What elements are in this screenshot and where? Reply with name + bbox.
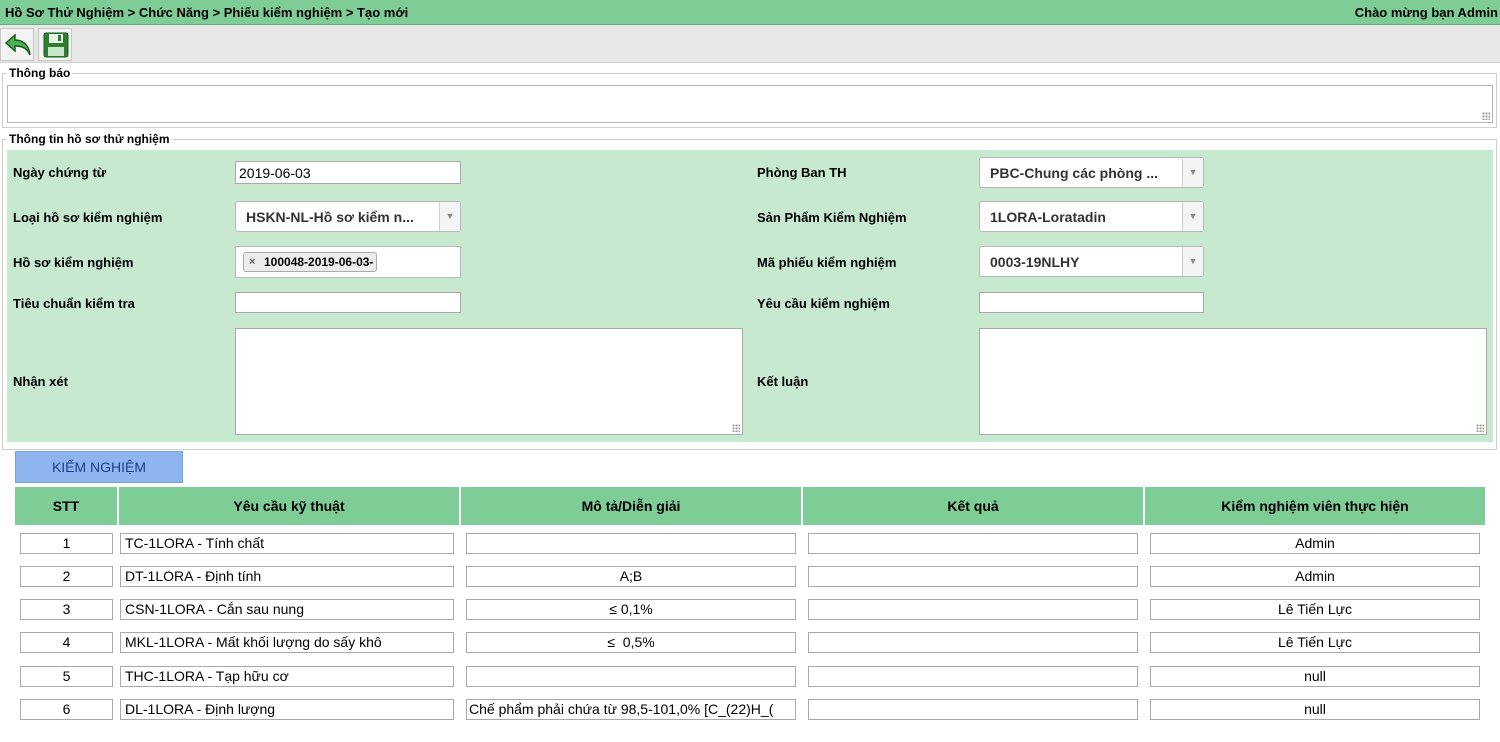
stt-cell[interactable]: 5 — [20, 666, 113, 687]
ma-phieu-label: Mã phiếu kiểm nghiệm — [757, 255, 897, 270]
column-header-ket-qua: Kết quả — [803, 487, 1143, 525]
yeu-cau-cell[interactable]: DL-1LORA - Định lượng — [120, 699, 454, 720]
ket-qua-cell[interactable] — [808, 533, 1138, 554]
mo-ta-cell[interactable]: ≤ 0,1% — [466, 599, 796, 620]
tieu-chuan-input[interactable] — [235, 292, 461, 313]
loai-ho-so-value: HSKN-NL-Hồ sơ kiểm n... — [246, 209, 414, 225]
yeu-cau-cell[interactable]: MKL-1LORA - Mất khối lượng do sấy khô — [120, 632, 454, 653]
ho-so-multiselect[interactable]: × 100048-2019-06-03- — [235, 246, 461, 278]
yeu-cau-cell[interactable]: DT-1LORA - Định tính — [120, 566, 454, 587]
notice-legend: Thông báo — [9, 66, 71, 80]
san-pham-value: 1LORA-Loratadin — [990, 209, 1106, 225]
mo-ta-cell[interactable]: ≤ 0,5% — [466, 632, 796, 653]
phong-ban-value: PBC-Chung các phòng ... — [990, 165, 1158, 181]
stt-cell[interactable]: 3 — [20, 599, 113, 620]
resize-grip-icon[interactable] — [732, 424, 740, 432]
ket-qua-cell[interactable] — [808, 666, 1138, 687]
column-header-kiem-nghiem-vien: Kiểm nghiệm viên thực hiện — [1145, 487, 1485, 525]
floppy-save-icon — [43, 32, 69, 58]
resize-grip-icon[interactable] — [1476, 424, 1484, 432]
info-legend: Thông tin hồ sơ thử nghiệm — [9, 132, 170, 146]
kiem-nghiem-vien-cell[interactable]: null — [1150, 666, 1480, 687]
back-button[interactable] — [0, 28, 34, 61]
column-header-yeu-cau: Yêu cầu kỹ thuật — [119, 487, 459, 525]
save-button[interactable] — [38, 28, 72, 61]
welcome-text: Chào mừng bạn Admin — [1354, 5, 1498, 20]
ket-qua-cell[interactable] — [808, 632, 1138, 653]
chevron-down-icon[interactable]: ▼ — [1182, 202, 1203, 231]
san-pham-label: Sản Phẩm Kiểm Nghiệm — [757, 210, 907, 225]
stt-cell[interactable]: 6 — [20, 699, 113, 720]
mo-ta-cell[interactable] — [466, 666, 796, 687]
close-icon[interactable]: × — [249, 256, 255, 268]
phong-ban-label: Phòng Ban TH — [757, 165, 847, 180]
yeu-cau-cell[interactable]: TC-1LORA - Tính chất — [120, 533, 454, 554]
kiem-nghiem-vien-cell[interactable]: Lê Tiến Lực — [1150, 632, 1480, 653]
yeu-cau-label: Yêu cầu kiểm nghiệm — [757, 296, 890, 311]
kiem-nghiem-vien-cell[interactable]: Lê Tiến Lực — [1150, 599, 1480, 620]
phong-ban-select[interactable]: PBC-Chung các phòng ... ▼ — [979, 157, 1204, 188]
loai-ho-so-label: Loại hồ sơ kiểm nghiệm — [13, 210, 163, 225]
kiem-nghiem-vien-cell[interactable]: Admin — [1150, 566, 1480, 587]
ho-so-label: Hồ sơ kiểm nghiệm — [13, 255, 134, 270]
column-header-stt: STT — [15, 487, 117, 525]
tieu-chuan-label: Tiêu chuẩn kiểm tra — [13, 296, 135, 311]
chevron-down-icon[interactable]: ▼ — [1182, 247, 1203, 276]
toolbar — [0, 25, 1500, 63]
ket-qua-cell[interactable] — [808, 566, 1138, 587]
chevron-down-icon[interactable]: ▼ — [439, 202, 460, 231]
san-pham-select[interactable]: 1LORA-Loratadin ▼ — [979, 201, 1204, 232]
notice-textarea[interactable] — [7, 85, 1493, 123]
resize-grip-icon[interactable] — [1482, 112, 1490, 120]
ngay-chung-tu-label: Ngày chứng từ — [13, 165, 107, 180]
tab-kiem-nghiem[interactable]: KIỂM NGHIỆM — [15, 451, 183, 483]
ma-phieu-select[interactable]: 0003-19NLHY ▼ — [979, 246, 1204, 277]
nhan-xet-textarea[interactable] — [235, 328, 743, 435]
yeu-cau-cell[interactable]: CSN-1LORA - Cắn sau nung — [120, 599, 454, 620]
ket-qua-cell[interactable] — [808, 699, 1138, 720]
chevron-down-icon[interactable]: ▼ — [1182, 158, 1203, 187]
back-arrow-icon — [4, 33, 31, 56]
stt-cell[interactable]: 1 — [20, 533, 113, 554]
yeu-cau-input[interactable] — [979, 292, 1204, 313]
mo-ta-cell[interactable]: Chế phẩm phải chứa từ 98,5-101,0% [C_(22… — [466, 699, 796, 720]
loai-ho-so-select[interactable]: HSKN-NL-Hồ sơ kiểm n... ▼ — [235, 201, 461, 232]
mo-ta-cell[interactable]: A;B — [466, 566, 796, 587]
nhan-xet-label: Nhận xét — [13, 374, 68, 389]
mo-ta-cell[interactable] — [466, 533, 796, 554]
column-header-mo-ta: Mô tả/Diễn giải — [461, 487, 801, 525]
ma-phieu-value: 0003-19NLHY — [990, 254, 1080, 270]
stt-cell[interactable]: 4 — [20, 632, 113, 653]
ho-so-chip-label: 100048-2019-06-03- — [264, 255, 374, 269]
ket-luan-label: Kết luận — [757, 374, 809, 389]
ho-so-chip: × 100048-2019-06-03- — [243, 252, 378, 272]
kiem-nghiem-vien-cell[interactable]: Admin — [1150, 533, 1480, 554]
stt-cell[interactable]: 2 — [20, 566, 113, 587]
ket-qua-cell[interactable] — [808, 599, 1138, 620]
ngay-chung-tu-input[interactable]: 2019-06-03 — [235, 161, 461, 184]
yeu-cau-cell[interactable]: THC-1LORA - Tạp hữu cơ — [120, 666, 454, 687]
ket-luan-textarea[interactable] — [979, 328, 1487, 435]
top-bar: Hồ Sơ Thử Nghiệm > Chức Năng > Phiếu kiể… — [0, 0, 1500, 25]
kiem-nghiem-vien-cell[interactable]: null — [1150, 699, 1480, 720]
breadcrumb: Hồ Sơ Thử Nghiệm > Chức Năng > Phiếu kiể… — [5, 5, 409, 20]
